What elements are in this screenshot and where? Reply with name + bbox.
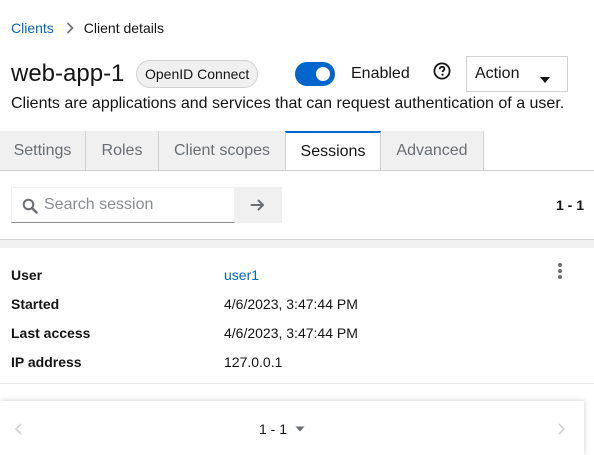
protocol-badge: OpenID Connect bbox=[136, 60, 259, 88]
search-submit-button[interactable] bbox=[235, 187, 282, 223]
action-dropdown-label: Action bbox=[475, 65, 520, 82]
toggle-knob bbox=[316, 67, 330, 81]
session-last-access-value: 4/6/2023, 3:47:44 PM bbox=[224, 325, 358, 341]
tab-client-scopes[interactable]: Client scopes bbox=[159, 131, 286, 171]
section-divider bbox=[0, 239, 594, 248]
tab-roles[interactable]: Roles bbox=[86, 131, 159, 171]
sessions-toolbar: 1 - 1 bbox=[0, 171, 594, 239]
search-box bbox=[11, 187, 235, 223]
angle-right-icon[interactable] bbox=[554, 421, 568, 437]
session-row-user: User user1 bbox=[0, 265, 594, 285]
page-title: web-app-1 bbox=[11, 60, 125, 87]
session-user-link[interactable]: user1 bbox=[224, 265, 259, 285]
angle-left-icon[interactable] bbox=[12, 421, 26, 437]
breadcrumb: Clients Client details bbox=[11, 19, 164, 37]
search-icon bbox=[22, 198, 38, 214]
session-row-ip-address: IP address 127.0.0.1 bbox=[0, 352, 594, 372]
enabled-label: Enabled bbox=[351, 65, 410, 82]
session-key-ip-address: IP address bbox=[11, 354, 82, 370]
arrow-right-icon bbox=[250, 199, 264, 211]
kebab-icon[interactable] bbox=[552, 262, 568, 280]
tab-sessions[interactable]: Sessions bbox=[285, 131, 381, 171]
per-page-dropdown[interactable]: 1 - 1 bbox=[259, 419, 305, 439]
per-page-range: 1 - 1 bbox=[259, 421, 288, 437]
question-circle-icon[interactable] bbox=[432, 61, 452, 81]
session-key-user: User bbox=[11, 267, 43, 283]
session-key-started: Started bbox=[11, 296, 60, 312]
session-row-last-access: Last access 4/6/2023, 3:47:44 PM bbox=[0, 323, 594, 343]
action-dropdown[interactable]: Action bbox=[466, 56, 568, 92]
session-card: User user1 Started 4/6/2023, 3:47:44 PM … bbox=[0, 248, 594, 384]
title-row: web-app-1 OpenID Connect Enabled Action bbox=[11, 56, 594, 92]
enabled-toggle[interactable] bbox=[295, 62, 335, 86]
tab-advanced[interactable]: Advanced bbox=[381, 131, 484, 171]
caret-down-icon bbox=[539, 71, 551, 89]
session-key-last-access: Last access bbox=[11, 325, 91, 341]
page-description: Clients are applications and services th… bbox=[11, 95, 565, 112]
tabs: Settings Roles Client scopes Sessions Ad… bbox=[0, 131, 594, 171]
session-ip-address-value: 127.0.0.1 bbox=[224, 354, 283, 370]
chevron-right-icon bbox=[66, 22, 74, 34]
caret-down-icon bbox=[295, 426, 305, 432]
breadcrumb-current: Client details bbox=[83, 20, 164, 36]
bottom-pagination: 1 - 1 bbox=[0, 401, 584, 455]
session-started-value: 4/6/2023, 3:47:44 PM bbox=[224, 296, 358, 312]
session-row-started: Started 4/6/2023, 3:47:44 PM bbox=[0, 294, 594, 314]
tab-settings[interactable]: Settings bbox=[0, 131, 86, 171]
search-input[interactable] bbox=[44, 188, 232, 222]
pagination-range-top: 1 - 1 bbox=[555, 197, 584, 213]
breadcrumb-clients-link[interactable]: Clients bbox=[11, 20, 54, 36]
